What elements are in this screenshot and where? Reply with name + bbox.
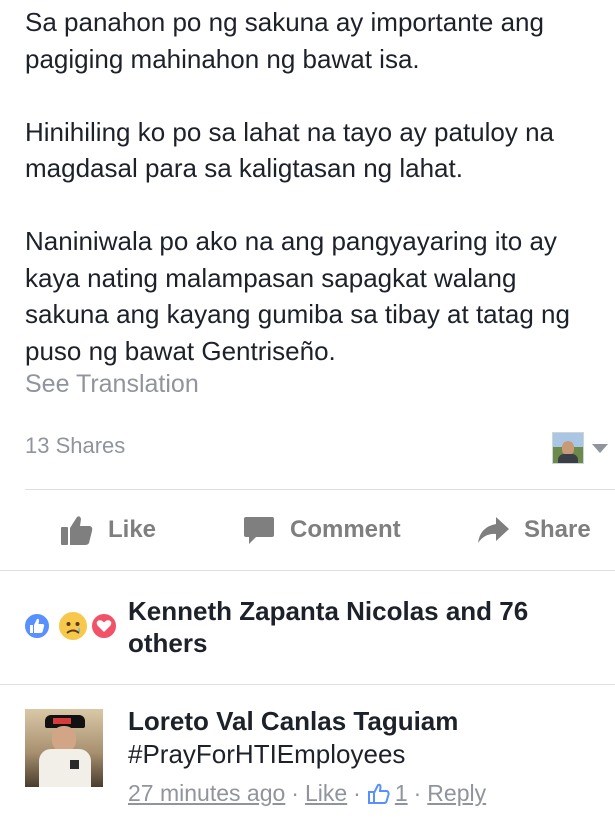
see-translation-link[interactable]: See Translation — [25, 370, 199, 399]
post-paragraph: Naniniwala po ako na ang pangyayaring it… — [25, 226, 570, 366]
comment-author[interactable]: Loreto Val Canlas Taguiam — [128, 705, 458, 738]
avatar-hat-band — [53, 718, 71, 724]
comment-meta: 27 minutes ago · Like · 1 · Reply — [128, 780, 486, 807]
separator-dot: · — [353, 780, 361, 806]
comment-button[interactable]: Comment — [242, 490, 401, 570]
post-text: Sa panahon po ng sakuna ay importante an… — [25, 4, 605, 369]
comment-bubble-icon — [242, 513, 276, 547]
action-bar: Like Comment Share — [0, 490, 615, 570]
post-paragraph: Hinihiling ko po sa lahat na tayo ay pat… — [25, 116, 555, 184]
like-reaction-icon — [23, 612, 51, 640]
comment-like-link[interactable]: Like — [305, 780, 347, 807]
sharer-avatar[interactable] — [552, 432, 584, 464]
separator-dot: · — [291, 780, 299, 806]
avatar-shirt — [39, 749, 91, 787]
divider — [0, 684, 615, 685]
love-reaction-icon — [90, 612, 118, 640]
divider — [0, 570, 615, 571]
thumbs-up-outline-icon — [367, 783, 390, 804]
sad-reaction-icon — [57, 610, 89, 642]
share-button[interactable]: Share — [476, 490, 591, 570]
like-button[interactable]: Like — [60, 490, 156, 570]
shares-row: 13 Shares — [0, 426, 615, 468]
reactions-row[interactable]: Kenneth Zapanta Nicolas and 76 others — [0, 592, 615, 662]
share-label: Share — [524, 516, 591, 543]
comment-timestamp[interactable]: 27 minutes ago — [128, 780, 285, 807]
comment-label: Comment — [290, 516, 401, 543]
shares-count[interactable]: 13 Shares — [25, 433, 125, 459]
caret-down-icon[interactable] — [592, 444, 608, 453]
avatar-face — [562, 441, 574, 455]
reactions-summary[interactable]: Kenneth Zapanta Nicolas and 76 others — [128, 595, 598, 659]
share-arrow-icon — [476, 513, 510, 547]
separator-dot: · — [413, 780, 422, 806]
comment-text: #PrayForHTIEmployees — [128, 739, 406, 769]
post-paragraph: Sa panahon po ng sakuna ay importante an… — [25, 7, 544, 74]
like-count-number: 1 — [394, 780, 408, 806]
avatar-shirt — [558, 454, 578, 463]
comment-reply-link[interactable]: Reply — [427, 780, 486, 807]
commenter-avatar[interactable] — [25, 709, 103, 787]
thumbs-up-icon — [60, 513, 94, 547]
avatar-pocket — [70, 760, 79, 769]
like-label: Like — [108, 516, 157, 543]
comment: Loreto Val Canlas Taguiam #PrayForHTIEmp… — [0, 688, 615, 836]
comment-like-count[interactable]: 1 — [367, 780, 408, 807]
